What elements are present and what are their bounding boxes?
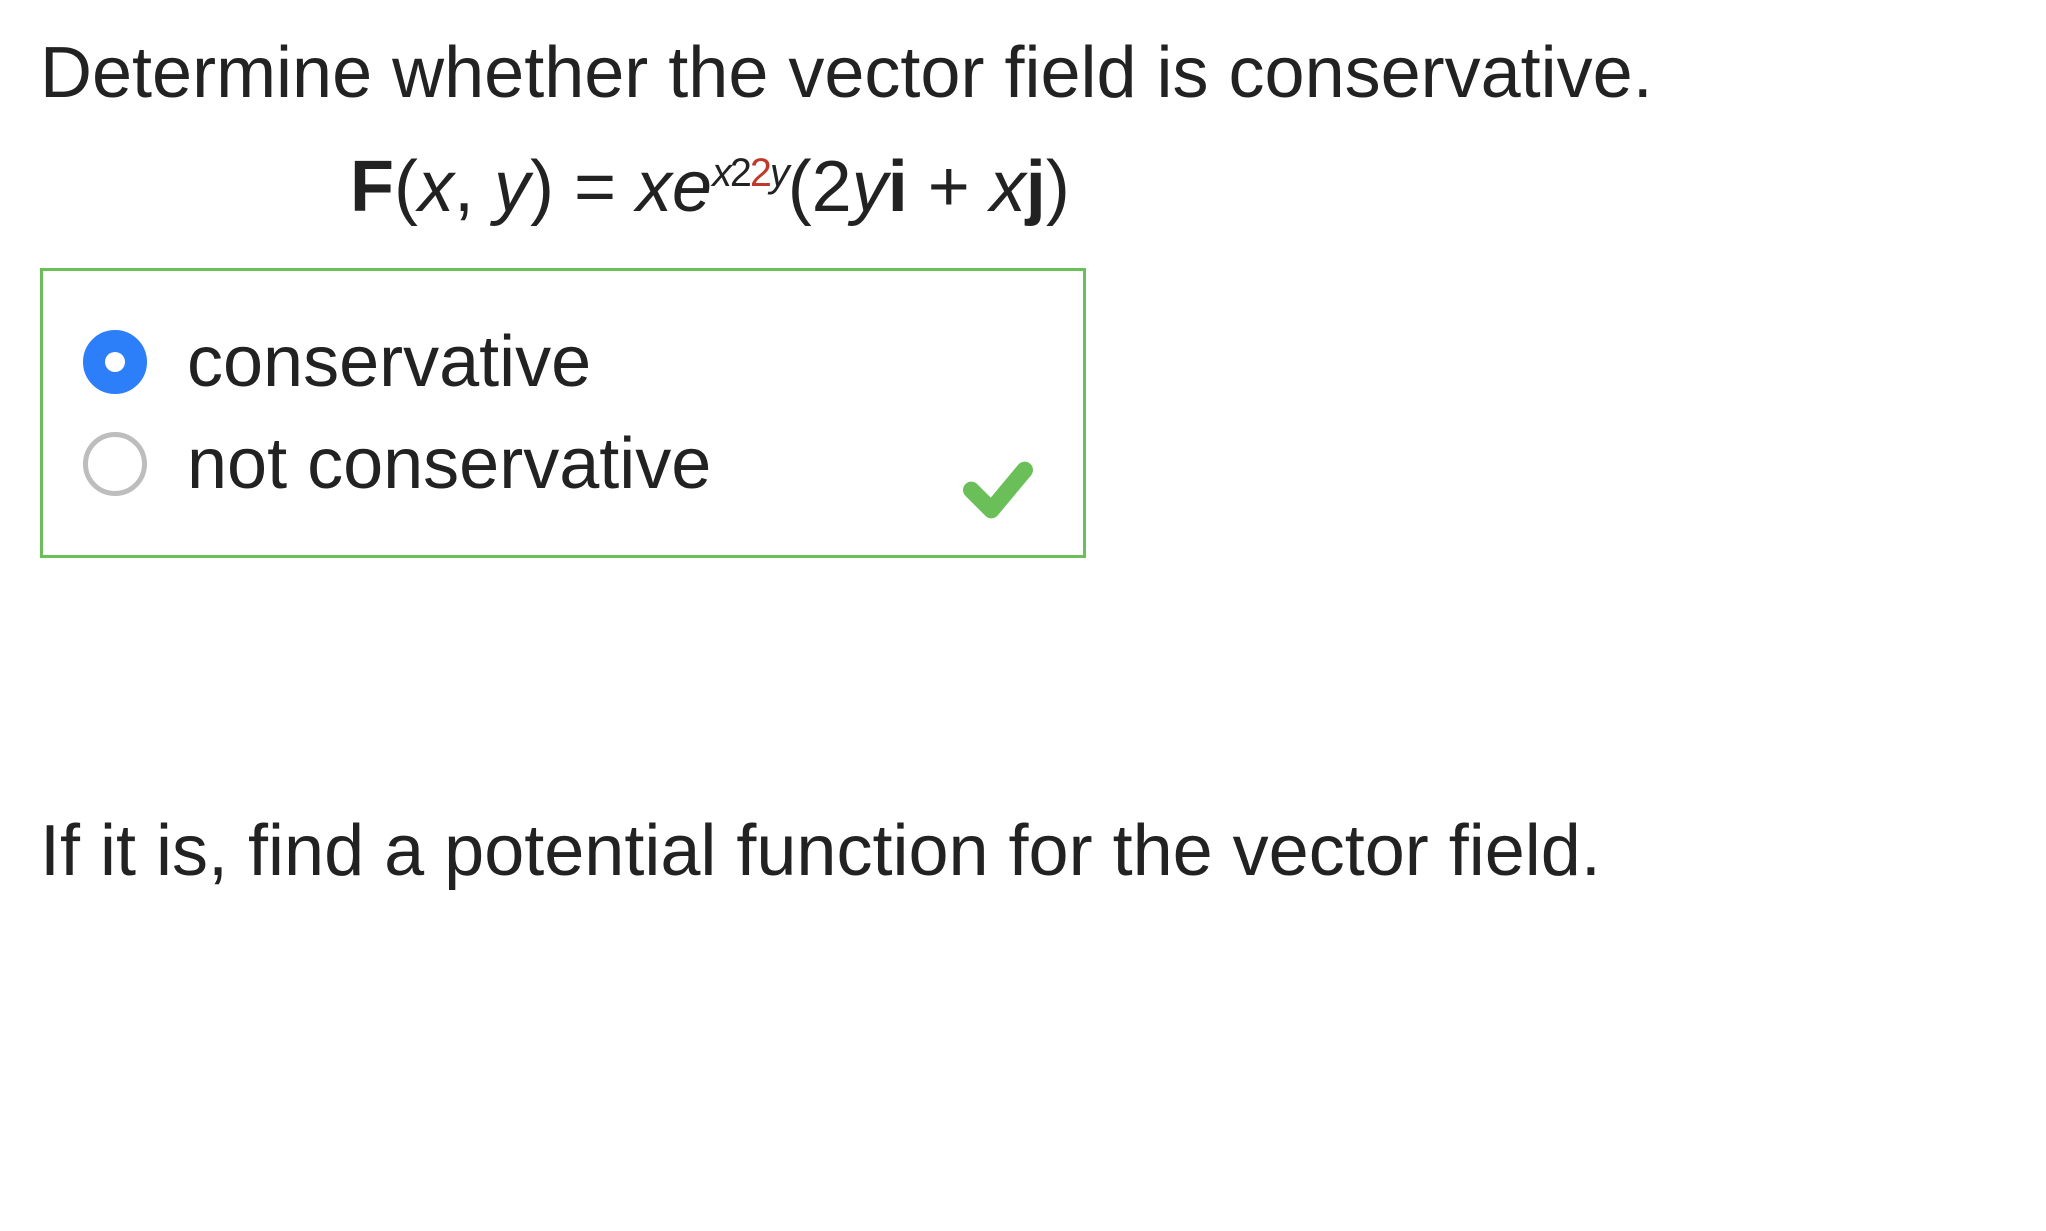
- radio-option-not-conservative[interactable]: not conservative: [83, 423, 1053, 505]
- option-label: conservative: [187, 321, 591, 403]
- option-label: not conservative: [187, 423, 711, 505]
- formula-y: y: [852, 147, 888, 227]
- formula-exponent: x22y: [712, 151, 788, 195]
- vector-field-formula: F(x, y) = xex22y(2yi + xj): [350, 146, 2006, 228]
- formula-arg-y: y: [494, 147, 530, 227]
- formula-plus: +: [908, 147, 990, 227]
- question-block: Determine whether the vector field is co…: [0, 0, 2046, 945]
- radio-option-conservative[interactable]: conservative: [83, 321, 1053, 403]
- question-prompt: Determine whether the vector field is co…: [40, 30, 2006, 116]
- formula-e: e: [672, 147, 712, 227]
- formula-i: i: [888, 147, 908, 227]
- formula-sup-x: x: [712, 151, 730, 195]
- correct-check-icon: [958, 450, 1038, 530]
- formula-sup-2a: 2: [730, 151, 750, 195]
- formula-close: ): [1046, 147, 1070, 227]
- followup-prompt: If it is, find a potential function for …: [40, 808, 2006, 894]
- radio-empty-icon: [83, 432, 147, 496]
- formula-paren-open: (: [394, 147, 418, 227]
- formula-open: (: [788, 147, 812, 227]
- formula-eq: ) =: [530, 147, 636, 227]
- formula-two: 2: [812, 147, 852, 227]
- formula-j: j: [1026, 147, 1046, 227]
- formula-arg-x: x: [418, 147, 454, 227]
- radio-selected-icon: [83, 330, 147, 394]
- formula-comma: ,: [454, 147, 494, 227]
- formula-x2: x: [990, 147, 1026, 227]
- formula-sup-2b: 2: [750, 151, 770, 195]
- answer-box: conservative not conservative: [40, 268, 1086, 558]
- formula-sup-y: y: [770, 151, 788, 195]
- formula-coef-x: x: [636, 147, 672, 227]
- formula-F: F: [350, 147, 394, 227]
